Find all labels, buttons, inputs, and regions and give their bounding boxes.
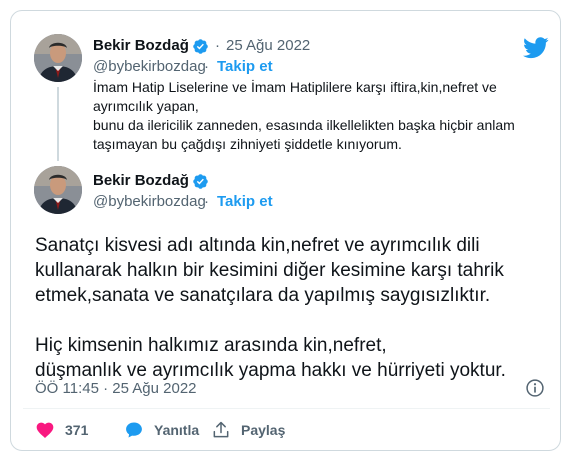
quoted-text-line: bunu da ilericilik zanneden, esasında il…: [93, 117, 515, 133]
like-button[interactable]: 371: [35, 420, 88, 440]
quoted-date-separator: ·: [215, 37, 220, 54]
reply-button[interactable]: Yanıtla: [124, 420, 199, 440]
quoted-tweet-text: İmam Hatip Liselerine ve İmam Hatipliler…: [93, 78, 515, 154]
quoted-handle-separator: ·: [204, 58, 209, 75]
main-handle[interactable]: @bybekirbozdag: [93, 193, 206, 210]
divider: [23, 408, 550, 409]
reply-label: Yanıtla: [154, 422, 200, 438]
share-label: Paylaş: [241, 422, 286, 438]
quoted-handle[interactable]: @bybekirbozdag: [93, 58, 206, 75]
tweet-text-line: kullanarak halkın bir kesimini diğer kes…: [35, 260, 504, 281]
thread-connector-line: [57, 87, 59, 161]
avatar[interactable]: [34, 34, 82, 82]
quoted-author-name[interactable]: Bekir Bozdağ: [93, 37, 189, 54]
tweet-paragraph: Sanatçı kisvesi adı altında kin,nefret v…: [35, 233, 506, 308]
quoted-date[interactable]: 25 Ağu 2022: [226, 37, 310, 54]
tweet-embed-card: Bekir Bozdağ · 25 Ağu 2022 @bybekirbozda…: [10, 10, 561, 451]
tweet-text-line: Hiç kimsenin halkımız arasında kin,nefre…: [35, 335, 387, 356]
avatar[interactable]: [34, 166, 82, 214]
tweet-timestamp[interactable]: ÖÖ 11:45 · 25 Ağu 2022: [35, 380, 197, 397]
verified-badge-icon: [192, 38, 209, 55]
twitter-bird-icon[interactable]: [523, 37, 549, 59]
tweet-text-line: Sanatçı kisvesi adı altında kin,nefret v…: [35, 235, 480, 256]
tweet-text-line: etmek,sanata ve sanatçılara da yapılmış …: [35, 285, 491, 306]
main-follow-link[interactable]: Takip et: [217, 193, 273, 210]
quoted-text-line: İmam Hatip Liselerine ve İmam Hatipliler…: [93, 79, 497, 95]
like-count: 371: [65, 422, 89, 438]
info-icon[interactable]: [525, 378, 545, 398]
main-handle-separator: ·: [204, 193, 209, 210]
share-button[interactable]: Paylaş: [211, 420, 285, 440]
tweet-paragraph: Hiç kimsenin halkımız arasında kin,nefre…: [35, 333, 506, 383]
quoted-text-line: ayrımcılık yapan,: [93, 98, 199, 114]
share-icon: [211, 420, 231, 440]
main-author-name[interactable]: Bekir Bozdağ: [93, 172, 189, 189]
quoted-follow-link[interactable]: Takip et: [217, 58, 273, 75]
quoted-text-line: taşımayan bu çağdışı zihniyeti şiddetle …: [93, 136, 402, 152]
heart-icon: [35, 420, 55, 440]
verified-badge-icon: [192, 173, 209, 190]
main-tweet-text: Sanatçı kisvesi adı altında kin,nefret v…: [35, 233, 506, 383]
reply-bubble-icon: [124, 420, 144, 440]
